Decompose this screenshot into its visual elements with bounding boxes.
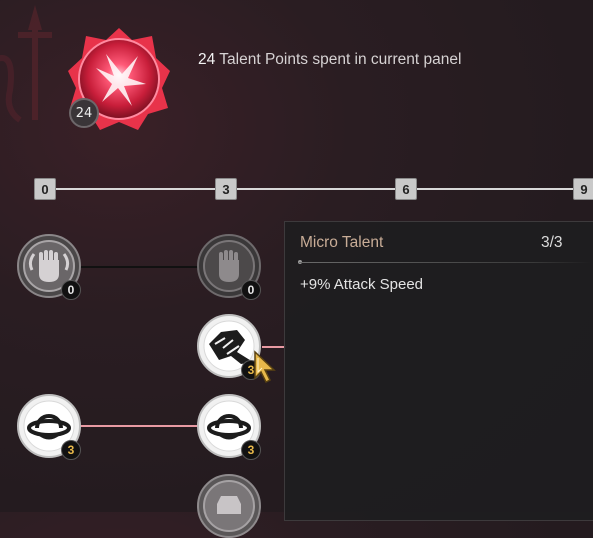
node-count: 0 — [61, 280, 81, 300]
node-count: 3 — [241, 440, 261, 460]
tooltip-divider — [299, 262, 591, 263]
tooltip-description: +9% Attack Speed — [300, 276, 424, 293]
talent-node-orb-2[interactable]: 3 — [197, 394, 261, 460]
node-count: 0 — [241, 280, 261, 300]
cursor-icon — [254, 350, 276, 384]
talent-node-armor[interactable] — [197, 474, 261, 538]
tier-progress-line — [44, 188, 593, 190]
tooltip-rank: 3/3 — [541, 234, 563, 251]
points-spent-badge: 24 — [69, 98, 99, 128]
tier-marker-9: 9 — [573, 178, 593, 200]
points-spent-value: 24 — [198, 51, 216, 68]
tier-marker-3: 3 — [215, 178, 237, 200]
talent-node-orb-1[interactable]: 3 — [17, 394, 81, 460]
tier-marker-6: 6 — [395, 178, 417, 200]
talent-node-fist-1[interactable]: 0 — [17, 234, 81, 300]
connector-orb — [80, 425, 200, 427]
points-spent-text: 24 Talent Points spent in current panel — [198, 51, 461, 69]
talent-tooltip: Micro Talent 3/3 +9% Attack Speed — [284, 221, 593, 521]
armor-icon — [197, 474, 261, 538]
points-spent-label: Talent Points spent in current panel — [219, 51, 462, 68]
tier-marker-0: 0 — [34, 178, 56, 200]
talent-node-fist-2[interactable]: 0 — [197, 234, 261, 300]
tooltip-title: Micro Talent — [300, 234, 384, 251]
node-count: 3 — [61, 440, 81, 460]
connector-claw — [262, 346, 286, 348]
connector-fist — [80, 266, 200, 268]
